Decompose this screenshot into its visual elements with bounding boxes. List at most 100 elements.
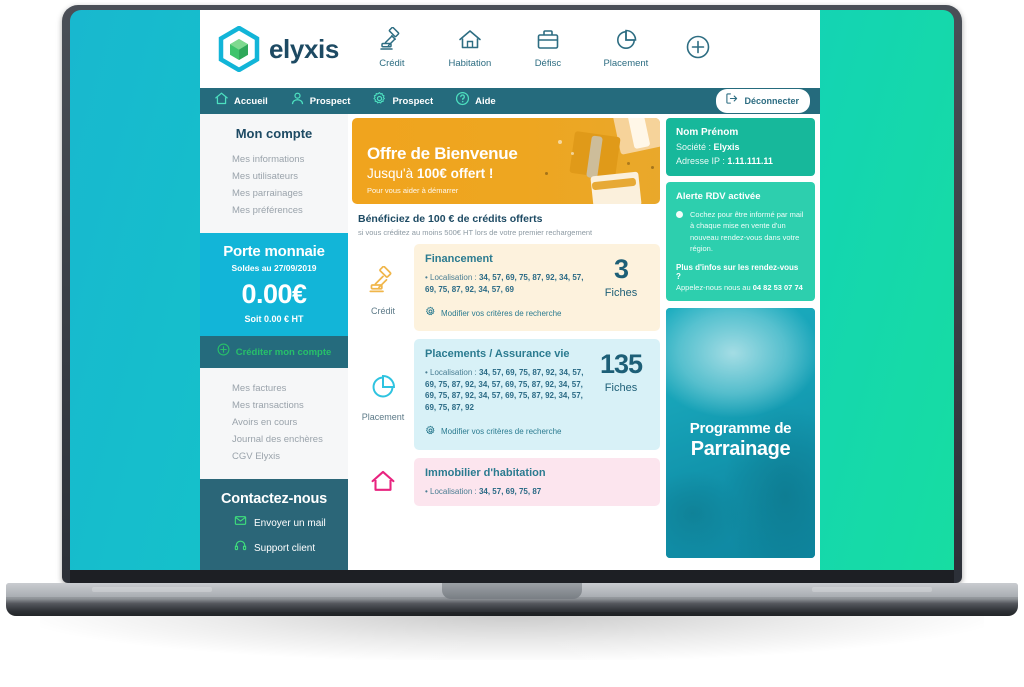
user-ip-value: 1.11.111.11 <box>727 156 773 166</box>
promo-banner[interactable]: Offre de Bienvenue Jusqu'à 100€ offert !… <box>352 118 660 204</box>
home-icon <box>214 91 229 111</box>
brand[interactable]: elyxis <box>218 25 339 73</box>
category-count: 135 <box>599 349 643 380</box>
promo-text: Offre de Bienvenue Jusqu'à 100€ offert !… <box>367 144 518 195</box>
benefit-headline: Bénéficiez de 100 € de crédits offerts <box>358 213 543 225</box>
logout-button[interactable]: Déconnecter <box>716 89 810 113</box>
category-row-financement: Crédit Financement • Localisation : 34, … <box>352 244 660 332</box>
category-icon-column: Crédit <box>352 244 414 331</box>
contact-title: Contactez-nous <box>221 491 327 507</box>
category-card-immobilier[interactable]: Immobilier d'habitation • Localisation :… <box>414 457 660 507</box>
benefit-subtext: si vous créditez au moins 500€ HT lors d… <box>358 228 593 237</box>
alert-checkbox[interactable] <box>676 211 683 218</box>
category-localisation-label: • Localisation : <box>425 273 479 282</box>
category-row-immobilier: Immobilier d'habitation • Localisation :… <box>352 457 660 507</box>
alert-text: Cochez pour être informé par mail à chaq… <box>690 210 804 253</box>
header-nav-label: Habitation <box>448 58 492 69</box>
category-count-block: 135 Fiches <box>592 348 650 440</box>
modify-criteria-button[interactable]: Modifier vos critères de recherche <box>425 304 586 322</box>
parrainage-banner[interactable]: Programme de Parrainage <box>666 308 815 558</box>
envelope-icon <box>234 514 247 532</box>
sidebar-item-cgv-elyxis[interactable]: CGV Elyxis <box>200 448 348 465</box>
promo-subtitle: Jusqu'à 100€ offert ! <box>367 166 517 181</box>
header-nav: Crédit Habitation Défisc Placement <box>363 26 711 72</box>
header-nav-item-habitation[interactable]: Habitation <box>441 26 499 69</box>
laptop-foot-right <box>812 587 932 592</box>
sidebar-account-block: Mon compte Mes informations Mes utilisat… <box>200 114 348 233</box>
sidebar-item-journal-des-encheres[interactable]: Journal des enchères <box>200 431 348 448</box>
briefcase-icon <box>535 26 561 54</box>
house-icon <box>457 26 483 54</box>
header-nav-item-placement[interactable]: Placement <box>597 26 655 69</box>
category-title: Placements / Assurance vie <box>425 348 570 361</box>
category-localisation-label: • Localisation : <box>425 368 479 378</box>
plus-circle-icon <box>217 343 230 361</box>
main-content: Offre de Bienvenue Jusqu'à 100€ offert !… <box>348 114 666 570</box>
alert-title: Alerte RDV activée <box>676 191 761 202</box>
user-name: Nom Prénom <box>676 127 739 138</box>
navbar-item-prospect[interactable]: Prospect <box>290 91 351 111</box>
navbar-label: Accueil <box>234 95 268 107</box>
user-ip-label: Adresse IP : <box>676 156 728 166</box>
house-icon <box>368 465 398 500</box>
sidebar: Mon compte Mes informations Mes utilisat… <box>200 114 348 570</box>
modify-criteria-button[interactable]: Modifier vos critères de recherche <box>425 423 586 441</box>
confetti-dot <box>545 172 548 175</box>
category-card-financement[interactable]: Financement • Localisation : 34, 57, 69,… <box>414 244 660 332</box>
wallet-amount-ht: Soit 0.00 € HT <box>244 314 304 324</box>
navbar-item-settings-prospect[interactable]: Prospect <box>372 91 433 111</box>
category-count-unit: Fiches <box>604 287 638 299</box>
header-nav-label: Crédit <box>379 58 405 69</box>
user-info-card: Nom Prénom Société : Elyxis Adresse IP :… <box>666 118 815 176</box>
sidebar-item-avoirs-en-cours[interactable]: Avoirs en cours <box>200 414 348 431</box>
parrainage-line1: Programme de <box>689 420 792 437</box>
wallet-balance-date: Soldes au 27/09/2019 <box>231 263 317 273</box>
sidebar-item-mes-parrainages[interactable]: Mes parrainages <box>200 185 348 202</box>
header-nav-label: Défisc <box>534 58 562 69</box>
promo-subtitle-pre: Jusqu'à <box>367 166 417 181</box>
header-nav-label: Placement <box>603 58 649 69</box>
category-localisation: • Localisation : 34, 57, 69, 75, 87, 92,… <box>425 367 586 413</box>
gear-icon <box>425 304 436 322</box>
header-nav-item-defisc[interactable]: Défisc <box>519 26 577 69</box>
category-icon-label: Crédit <box>370 305 395 316</box>
category-title: Immobilier d'habitation <box>425 466 546 479</box>
gear-icon <box>372 91 387 111</box>
question-circle-icon <box>455 91 470 111</box>
user-tie-icon <box>290 91 305 111</box>
modify-criteria-label: Modifier vos critères de recherche <box>441 308 562 318</box>
category-card-placements[interactable]: Placements / Assurance vie • Localisatio… <box>414 339 660 450</box>
category-localisation: • Localisation : 34, 57, 69, 75, 87, 92,… <box>425 272 586 295</box>
pie-chart-icon <box>613 26 639 54</box>
contact-send-mail[interactable]: Envoyer un mail <box>234 514 340 532</box>
sidebar-item-mes-factures[interactable]: Mes factures <box>200 380 348 397</box>
parrainage-text: Programme de Parrainage <box>666 420 815 461</box>
promo-subtitle-amount: 100€ offert ! <box>416 166 494 181</box>
laptop-mockup: elyxis Crédit Habitation Défisc Placemen… <box>0 0 1024 687</box>
sidebar-item-mes-transactions[interactable]: Mes transactions <box>200 397 348 414</box>
confetti-dot <box>627 162 630 165</box>
category-title: Financement <box>425 253 493 265</box>
alert-body: Cochez pour être informé par mail à chaq… <box>676 209 805 254</box>
navbar-label: Prospect <box>309 95 351 107</box>
headset-icon <box>234 539 247 557</box>
add-button[interactable] <box>685 26 711 72</box>
confetti-dot <box>651 166 654 169</box>
sidebar-item-mes-preferences[interactable]: Mes préférences <box>200 202 348 219</box>
navbar-item-aide[interactable]: Aide <box>455 91 496 111</box>
category-icon-column <box>352 458 414 507</box>
contact-support[interactable]: Support client <box>234 539 340 557</box>
sidebar-docs-block: Mes factures Mes transactions Avoirs en … <box>200 368 348 479</box>
category-row-placements: Placement Placements / Assurance vie • L… <box>352 339 660 450</box>
header-nav-item-credit[interactable]: Crédit <box>363 26 421 69</box>
sidebar-item-mes-utilisateurs[interactable]: Mes utilisateurs <box>200 168 348 185</box>
app-header: elyxis Crédit Habitation Défisc Placemen… <box>200 10 820 88</box>
sidebar-item-mes-informations[interactable]: Mes informations <box>200 151 348 168</box>
navbar-item-accueil[interactable]: Accueil <box>214 91 268 111</box>
alert-call-pre: Appelez-nous nous au <box>676 283 753 292</box>
navbar-label: Aide <box>475 95 496 107</box>
confetti-dot <box>558 140 562 144</box>
sidebar-account-title: Mon compte <box>235 126 313 141</box>
pie-chart-icon <box>368 372 398 407</box>
credit-account-button[interactable]: Créditer mon compte <box>200 336 348 368</box>
